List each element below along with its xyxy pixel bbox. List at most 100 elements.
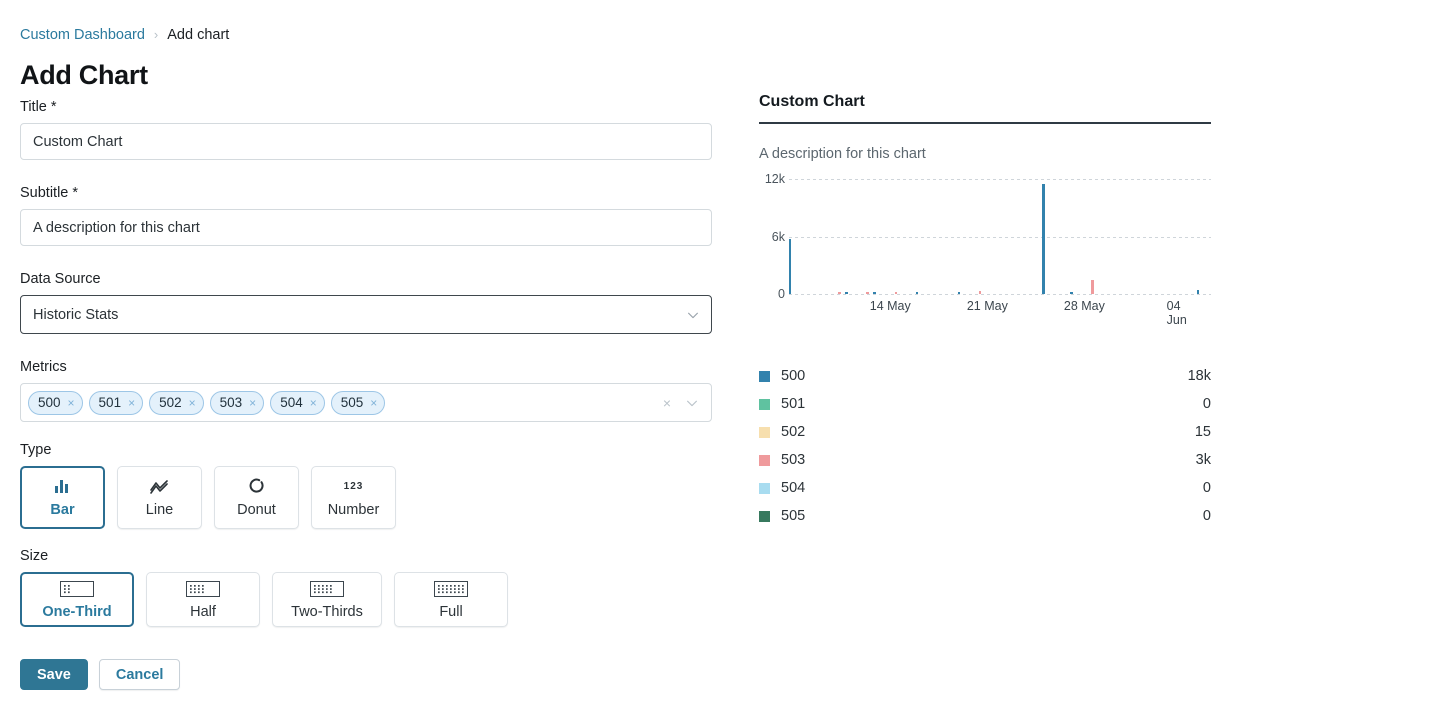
number-123-icon: 123: [343, 481, 364, 493]
chart-plot-area: [789, 179, 1211, 294]
metric-tag-label: 505: [340, 395, 364, 410]
size-group: Size One-Third Half Two-Thirds Full: [20, 548, 712, 627]
chart-bar: [866, 292, 869, 294]
form-actions: Save Cancel: [20, 659, 181, 690]
metric-tag[interactable]: 503 ×: [209, 390, 265, 415]
legend-series-value: 15: [1194, 424, 1211, 440]
breadcrumb-link-custom-dashboard[interactable]: Custom Dashboard: [20, 25, 145, 45]
size-option-label: Half: [190, 603, 216, 620]
metric-tag[interactable]: 505 ×: [330, 390, 386, 415]
legend-row[interactable]: 501 0: [759, 390, 1211, 418]
legend-color-swatch: [759, 482, 770, 494]
metric-tag-remove-icon[interactable]: ×: [128, 397, 135, 409]
subtitle-input[interactable]: [20, 209, 712, 246]
size-option-half[interactable]: Half: [146, 572, 260, 627]
legend-series-name: 501: [781, 396, 806, 412]
metric-tag-remove-icon[interactable]: ×: [310, 397, 317, 409]
chart-x-tick-label: 21 May: [966, 299, 1008, 313]
size-option-label: Two-Thirds: [291, 603, 363, 620]
chart-y-tick-label: 12k: [764, 172, 785, 186]
grid-full-icon: [434, 580, 468, 598]
type-option-number[interactable]: 123 Number: [311, 466, 396, 529]
type-label: Type: [20, 442, 52, 458]
size-option-one-third[interactable]: One-Third: [20, 572, 134, 627]
grid-two-thirds-icon: [310, 580, 344, 598]
metric-tag-remove-icon[interactable]: ×: [68, 397, 75, 409]
size-option-two-thirds[interactable]: Two-Thirds: [272, 572, 382, 627]
legend-series-name: 502: [781, 424, 806, 440]
add-chart-page: Custom Dashboard › Add chart Add Chart T…: [0, 0, 1440, 719]
size-option-full[interactable]: Full: [394, 572, 508, 627]
legend-series-value: 0: [1202, 396, 1211, 412]
chevron-down-icon[interactable]: [685, 396, 699, 410]
metric-tag-label: 504: [280, 395, 303, 410]
preview-divider: [759, 122, 1211, 124]
type-option-label: Donut: [237, 501, 276, 518]
chart-bar: [957, 291, 961, 294]
type-option-label: Line: [145, 501, 174, 518]
legend-row[interactable]: 500 18k: [759, 362, 1211, 390]
metric-tag-label: 500: [38, 395, 61, 410]
legend-row[interactable]: 502 15: [759, 418, 1211, 446]
breadcrumb-separator-icon: ›: [153, 27, 159, 42]
chart-bar: [1070, 292, 1073, 294]
donut-chart-icon: [248, 478, 265, 496]
metric-tag-label: 503: [219, 395, 243, 410]
metric-tag[interactable]: 501 ×: [88, 390, 144, 415]
data-source-select[interactable]: Historic Stats: [20, 295, 712, 334]
chart-preview-panel: Custom Chart A description for this char…: [759, 93, 1211, 530]
size-label: Size: [20, 548, 49, 564]
type-option-line[interactable]: Line: [117, 466, 202, 529]
chart-bar: [838, 292, 841, 294]
add-chart-form: Title * Subtitle * Data Source Historic …: [20, 99, 712, 627]
size-option-label: Full: [439, 603, 463, 620]
metric-tag-remove-icon[interactable]: ×: [249, 397, 256, 409]
legend-row[interactable]: 505 0: [759, 502, 1211, 530]
size-options: One-Third Half Two-Thirds Full: [20, 572, 712, 627]
type-option-bar[interactable]: Bar: [20, 466, 105, 529]
chart-bar: [915, 292, 918, 294]
chart-bar: [894, 292, 897, 294]
metric-tag[interactable]: 504 ×: [270, 390, 325, 415]
title-input[interactable]: [20, 123, 712, 160]
legend-color-swatch: [759, 454, 770, 466]
type-option-donut[interactable]: Donut: [214, 466, 299, 529]
bar-chart: 0 6k 12k 14 May 21 May 28 May 04 Jun: [759, 172, 1211, 327]
metric-tag[interactable]: 500 ×: [28, 390, 83, 415]
line-chart-icon: [150, 478, 169, 496]
legend-series-name: 504: [781, 480, 806, 496]
subtitle-field-group: Subtitle *: [20, 185, 712, 246]
chevron-down-icon: [688, 312, 698, 318]
data-source-label: Data Source: [20, 271, 101, 287]
metric-tag[interactable]: 502 ×: [149, 390, 204, 415]
legend-row[interactable]: 504 0: [759, 474, 1211, 502]
metrics-multiselect[interactable]: 500 × 501 × 502 × 503 × 504 × 505 × ×: [20, 383, 712, 422]
bar-chart-icon: [54, 478, 71, 496]
chart-legend: 500 18k 501 0 502 15 503 3k 504 0 505 0: [759, 362, 1211, 530]
preview-title: Custom Chart: [759, 93, 865, 110]
chart-y-tick-label: 0: [778, 287, 785, 301]
metric-tag-label: 502: [159, 395, 182, 410]
legend-series-name: 505: [781, 508, 806, 524]
legend-color-swatch: [759, 510, 770, 522]
preview-subtitle: A description for this chart: [759, 146, 926, 162]
type-group: Type Bar Line Donut 123 Number: [20, 442, 712, 529]
metric-tag-remove-icon[interactable]: ×: [370, 397, 377, 409]
clear-icon[interactable]: ×: [663, 395, 671, 411]
breadcrumb: Custom Dashboard › Add chart: [20, 25, 229, 45]
data-source-value: Historic Stats: [33, 306, 119, 323]
title-field-label: Title *: [20, 99, 57, 115]
type-option-label: Bar: [50, 501, 75, 518]
chart-bar: [978, 291, 982, 294]
title-field-group: Title *: [20, 99, 712, 160]
grid-half-icon: [186, 580, 220, 598]
legend-row[interactable]: 503 3k: [759, 446, 1211, 474]
legend-series-value: 3k: [1195, 452, 1211, 468]
cancel-button[interactable]: Cancel: [98, 659, 181, 690]
legend-color-swatch: [759, 398, 770, 410]
metric-tag-remove-icon[interactable]: ×: [189, 397, 196, 409]
save-button[interactable]: Save: [20, 659, 88, 690]
breadcrumb-current: Add chart: [167, 27, 230, 43]
data-source-group: Data Source Historic Stats: [20, 271, 712, 334]
legend-series-name: 500: [781, 368, 806, 384]
